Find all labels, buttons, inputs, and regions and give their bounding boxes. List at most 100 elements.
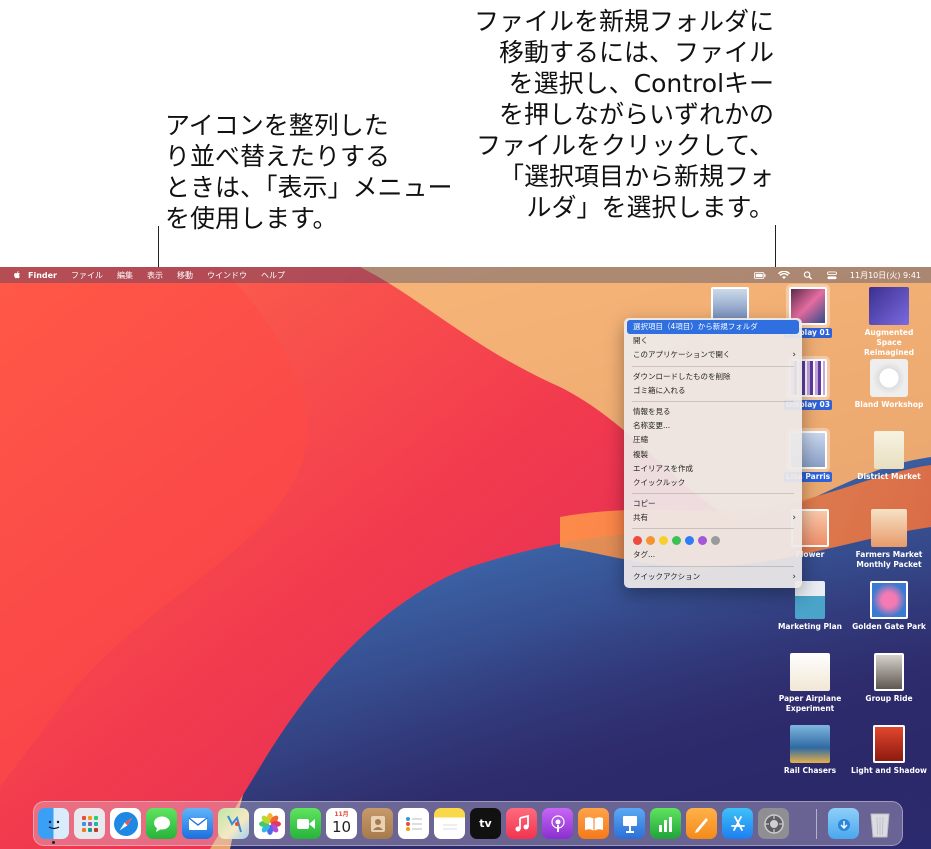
file-label: Augmented Space Reimagined [863,328,915,357]
dock-separator [816,809,817,839]
file-icon-paper-airplane[interactable]: Paper Airplane Experiment [770,653,850,714]
menu-item-duplicate[interactable]: 複製 [624,448,802,462]
messages-icon[interactable] [146,808,177,839]
downloads-folder-icon[interactable] [828,808,859,839]
control-center-icon[interactable] [826,270,838,280]
clock[interactable]: 11月10日(火) 9:41 [850,270,921,281]
tag-blue-icon[interactable] [685,535,694,545]
menu-item-open[interactable]: 開く [624,334,802,348]
menu-item-get-info[interactable]: 情報を見る [624,405,802,419]
system-preferences-icon[interactable] [758,808,789,839]
tag-gray-icon[interactable] [711,535,720,545]
file-icon-light-and-shadow[interactable]: Light and Shadow [849,725,929,776]
menu-help[interactable]: ヘルプ [261,270,285,281]
menu-item-share[interactable]: 共有 › [624,511,802,525]
menu-window[interactable]: ウインドウ [207,270,247,281]
menu-item-copy[interactable]: コピー [624,497,802,511]
file-thumbnail [790,725,830,763]
menu-separator [632,565,794,567]
notes-icon[interactable] [434,808,465,839]
menu-item-quick-actions[interactable]: クイックアクション › [624,570,802,584]
podcasts-icon[interactable] [542,808,573,839]
menu-item-move-to-trash[interactable]: ゴミ箱に入れる [624,384,802,398]
facetime-icon[interactable] [290,808,321,839]
file-icon-group-ride[interactable]: Group Ride [849,653,929,704]
menu-item-label: クイックアクション [633,571,701,581]
file-label: Marketing Plan [777,622,843,631]
battery-icon[interactable] [753,271,766,280]
numbers-icon[interactable] [650,808,681,839]
file-icon-golden-gate[interactable]: Golden Gate Park [849,581,929,632]
finder-icon[interactable] [38,808,69,839]
file-icon-bland-workshop[interactable]: Bland Workshop [849,359,929,410]
menu-bar: Finder ファイル 編集 表示 移動 ウインドウ ヘルプ 11月10日(火)… [0,267,931,283]
chevron-right-icon: › [792,350,796,361]
file-icon-farmers-market[interactable]: Farmers Market Monthly Packet [849,509,929,570]
menu-edit[interactable]: 編集 [117,270,133,281]
callout-view-menu: アイコンを整列した り並べ替えたりする ときは、「表示」メニュー を使用します。 [165,111,453,233]
file-label: Bland Workshop [854,400,924,409]
spotlight-icon[interactable] [802,270,814,280]
tag-green-icon[interactable] [672,535,681,545]
leader-line-left [158,226,159,270]
file-thumbnail [869,287,909,325]
menu-item-make-alias[interactable]: エイリアスを作成 [624,462,802,476]
menu-item-label: 共有 [633,513,648,523]
trash-icon[interactable] [864,808,895,839]
dock: 11月 10 tv [33,801,903,846]
keynote-icon[interactable] [614,808,645,839]
menu-finder[interactable]: Finder [28,271,57,280]
chevron-right-icon: › [792,571,796,582]
music-icon[interactable] [506,808,537,839]
app-store-icon[interactable] [722,808,753,839]
contacts-icon[interactable] [362,808,393,839]
running-indicator [52,841,55,844]
safari-icon[interactable] [110,808,141,839]
menu-item-compress[interactable]: 圧縮 [624,433,802,447]
tv-label: tv [479,817,492,830]
tag-yellow-icon[interactable] [659,535,668,545]
tag-orange-icon[interactable] [646,535,655,545]
status-area: 11月10日(火) 9:41 [753,267,921,283]
reminders-icon[interactable] [398,808,429,839]
menu-item-new-folder-with-selection[interactable]: 選択項目（4項目）から新規フォルダ [627,320,799,335]
file-icon-rail-chasers[interactable]: Rail Chasers [770,725,850,776]
file-thumbnail [870,359,908,397]
menu-view[interactable]: 表示 [147,270,163,281]
tv-icon[interactable]: tv [470,808,501,839]
menu-file[interactable]: ファイル [71,270,103,281]
chevron-right-icon: › [792,513,796,524]
calendar-icon[interactable]: 11月 10 [326,808,357,839]
maps-icon[interactable] [218,808,249,839]
menu-item-quick-look[interactable]: クイックルック [624,476,802,490]
menu-separator [632,528,794,530]
menu-item-open-with[interactable]: このアプリケーションで開く › [624,348,802,362]
photos-icon[interactable] [254,808,285,839]
menu-item-rename[interactable]: 名称変更... [624,419,802,433]
menu-go[interactable]: 移動 [177,270,193,281]
file-icon-marketing-plan[interactable]: Marketing Plan [770,581,850,632]
file-icon-augmented-space[interactable]: Augmented Space Reimagined [849,287,929,358]
tag-color-row [624,532,802,548]
menu-item-tags[interactable]: タグ... [624,548,802,562]
file-label: Light and Shadow [851,766,927,775]
launchpad-icon[interactable] [74,808,105,839]
menu-item-remove-download[interactable]: ダウンロードしたものを削除 [624,370,802,384]
tag-red-icon[interactable] [633,535,642,545]
mail-icon[interactable] [182,808,213,839]
file-icon-district-market[interactable]: District Market [849,431,929,482]
wifi-icon[interactable] [777,270,790,280]
file-label: Farmers Market Monthly Packet [855,550,923,569]
apple-menu-icon[interactable] [12,270,22,280]
pages-icon[interactable] [686,808,717,839]
menu-item-label: このアプリケーションで開く [633,350,731,360]
tag-purple-icon[interactable] [698,535,707,545]
menu-separator [632,493,794,495]
menu-separator [632,400,794,402]
file-label: Rail Chasers [783,766,837,775]
books-icon[interactable] [578,808,609,839]
file-thumbnail [870,581,908,619]
context-menu: 選択項目（4項目）から新規フォルダ 開く このアプリケーションで開く › ダウンロ… [624,318,802,588]
file-label: Paper Airplane Experiment [778,694,842,713]
file-thumbnail [873,725,905,763]
